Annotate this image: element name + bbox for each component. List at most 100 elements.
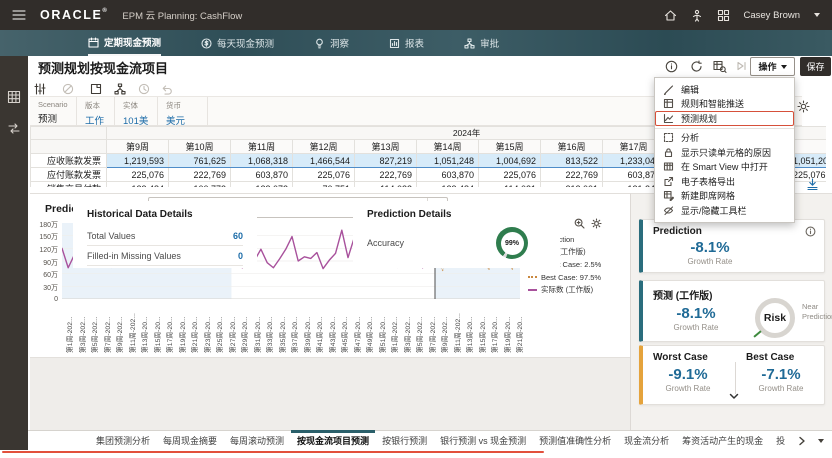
tab-cashflow-analysis[interactable]: 现金流分析	[624, 431, 669, 451]
home-icon[interactable]	[664, 9, 677, 22]
grid-column-header[interactable]: 第16周	[541, 140, 603, 154]
nav-tab-insights[interactable]: 洞察	[314, 30, 349, 56]
grid-cell[interactable]: 603,870	[417, 168, 479, 182]
x-axis-label: 第19周-20...	[177, 316, 187, 353]
risk-gauge-tick	[753, 330, 761, 337]
grid-cell[interactable]: 1,466,544	[293, 154, 355, 168]
grid-cell[interactable]: 70,751	[293, 182, 355, 188]
y-axis-label: 120万	[30, 245, 58, 255]
grid-column-header[interactable]: 第14周	[417, 140, 479, 154]
pov-dimension-label: 货币	[166, 100, 199, 111]
tabs-list-caret-down-icon[interactable]	[818, 439, 824, 443]
tab-investing-cash-partial[interactable]: 投资	[776, 431, 785, 451]
freeze-icon-disabled	[62, 83, 74, 95]
expand-chevron-down-icon[interactable]	[729, 393, 739, 400]
grid-cell[interactable]: 603,870	[231, 168, 293, 182]
grid-cell[interactable]: 123,484	[107, 182, 169, 188]
tab-forecast-by-cashflow-item[interactable]: 按现金流项目预测	[297, 431, 369, 451]
grid-cell[interactable]: 1,068,318	[231, 154, 293, 168]
menu-item-smart-view[interactable]: 在 Smart View 中打开	[655, 160, 794, 175]
grid-cell[interactable]: 1,051,248	[417, 154, 479, 168]
menu-item-analyze[interactable]: 分析	[655, 131, 794, 146]
grid-cell[interactable]: 222,769	[541, 168, 603, 182]
grid-cell[interactable]: 222,769	[355, 168, 417, 182]
pov-currency: 货币 美元	[158, 97, 208, 125]
nav-tab-periodic-cash-forecast[interactable]: 定期现金预测	[88, 30, 161, 56]
grid-cell[interactable]: 827,219	[355, 154, 417, 168]
grid-column-header[interactable]: 第15周	[479, 140, 541, 154]
grid-row-header[interactable]: 应付账款发票	[31, 168, 107, 182]
hamburger-menu-icon[interactable]	[12, 9, 26, 21]
chart-settings-gear-icon[interactable]	[591, 218, 602, 229]
tab-financing-cash[interactable]: 筹资活动产生的现金	[682, 431, 763, 451]
nav-tab-approvals[interactable]: 审批	[464, 30, 499, 56]
menu-item-readonly-reason[interactable]: 显示只读单元格的原因	[655, 145, 794, 160]
hierarchy-icon[interactable]	[114, 83, 126, 95]
tab-forecast-accuracy-analysis[interactable]: 预测值准确性分析	[539, 431, 611, 451]
grid-cell[interactable]: 225,076	[479, 168, 541, 182]
menu-item-toggle-toolbar[interactable]: 显示/隐藏工具栏	[655, 203, 794, 218]
menu-item-new-adhoc-grid[interactable]: 新建即席网格	[655, 189, 794, 204]
details-strip	[30, 357, 630, 430]
nav-tab-daily-cash-forecast[interactable]: 每天现金预测	[201, 30, 274, 56]
pov-dimension-label: Scenario	[38, 100, 68, 109]
grid-column-header[interactable]: 第12周	[293, 140, 355, 154]
actions-button[interactable]: 操作	[750, 57, 795, 76]
rail-grid-icon[interactable]	[7, 90, 21, 104]
info-icon[interactable]	[805, 226, 816, 237]
menu-item-spreadsheet-export[interactable]: 电子表格导出	[655, 174, 794, 189]
tab-forecast-by-bank[interactable]: 按银行预测	[382, 431, 427, 451]
x-axis-label: 第21周-20...	[189, 316, 199, 353]
member-selector-icon[interactable]	[713, 60, 727, 73]
tab-weekly-rolling-forecast[interactable]: 每周滚动预测	[230, 431, 284, 451]
grid-cell[interactable]: 761,625	[169, 154, 231, 168]
user-assist-icon[interactable]	[691, 9, 703, 22]
grid-cell[interactable]: 813,522	[541, 154, 603, 168]
grid-column-header[interactable]: 第11周	[231, 140, 293, 154]
grid-row-header[interactable]: 应收账款发票	[31, 154, 107, 168]
tab-group-forecast-analysis[interactable]: 集团预测分析	[96, 431, 150, 451]
grid-cell[interactable]: 114,022	[355, 182, 417, 188]
download-icon[interactable]	[805, 177, 820, 192]
pov-settings-gear-icon[interactable]	[797, 100, 810, 113]
grid-cell[interactable]: 222,769	[169, 168, 231, 182]
menu-item-rules-smartpush[interactable]: 规则和智能推送	[655, 97, 794, 112]
user-caret-down-icon[interactable]	[814, 13, 820, 17]
tabs-scroll-right-icon[interactable]	[798, 436, 806, 446]
pov-member-link[interactable]: 美元	[166, 113, 199, 127]
nav-tab-reports[interactable]: 报表	[389, 30, 424, 56]
menu-item-edit[interactable]: 编辑	[655, 82, 794, 97]
app-grid-icon[interactable]	[717, 9, 730, 22]
grid-cell[interactable]: 1,219,593	[107, 154, 169, 168]
grid-column-header[interactable]: 第10周	[169, 140, 231, 154]
grid-cell[interactable]: 225,076	[293, 168, 355, 182]
tab-bank-vs-cash-forecast[interactable]: 银行预测 vs 现金预测	[440, 431, 526, 451]
x-axis-label: 第3周-202...	[77, 316, 87, 353]
refresh-icon[interactable]	[690, 60, 703, 73]
detail-value[interactable]: 0	[238, 251, 243, 261]
detail-value[interactable]: 60	[233, 231, 243, 241]
info-icon[interactable]	[665, 60, 678, 73]
x-axis-label: 第47周-20...	[352, 316, 362, 353]
chart-zoom-icon[interactable]	[574, 218, 585, 229]
comments-icon[interactable]	[90, 83, 102, 95]
growth-rate-value: -8.1%	[665, 239, 755, 256]
rail-swap-arrows-icon[interactable]	[7, 122, 21, 135]
grid-cell[interactable]: 1,004,692	[479, 154, 541, 168]
lightbulb-icon	[314, 38, 325, 49]
grid-row-header[interactable]: 销售交易付款	[31, 182, 107, 188]
grid-cell[interactable]: 114,021	[479, 182, 541, 188]
save-button[interactable]: 保存	[800, 57, 831, 76]
menu-item-predictive-planning[interactable]: 预测规划	[655, 111, 794, 126]
grid-column-header[interactable]: 第9周	[107, 140, 169, 154]
grid-cell[interactable]: 123,072	[231, 182, 293, 188]
user-menu[interactable]: Casey Brown	[744, 10, 801, 21]
grid-column-header[interactable]: 第13周	[355, 140, 417, 154]
x-axis-label: 第3周-202...	[402, 316, 412, 353]
grid-cell[interactable]: 100,772	[169, 182, 231, 188]
grid-cell[interactable]: 123,484	[417, 182, 479, 188]
tab-weekly-cash-summary[interactable]: 每周现金摘要	[163, 431, 217, 451]
grid-cell[interactable]: 225,076	[107, 168, 169, 182]
adjust-columns-icon[interactable]	[34, 83, 46, 95]
grid-cell[interactable]: 212,001	[541, 182, 603, 188]
